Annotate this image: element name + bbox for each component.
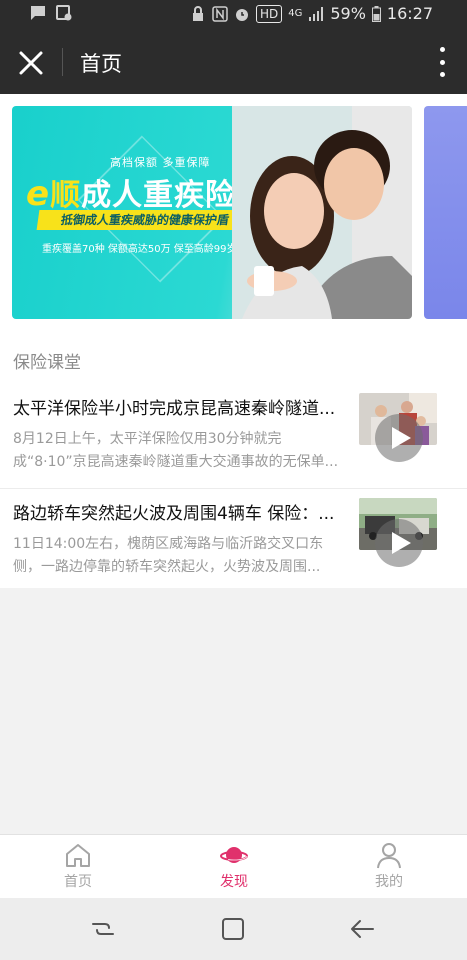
article-title: 太平洋保险半小时完成京昆高速秦岭隧道... bbox=[13, 399, 336, 419]
banner-ribbon: 抵御成人重疾威胁的健康保护盾 bbox=[36, 210, 254, 230]
image-sync-icon bbox=[56, 5, 72, 21]
hd-badge: HD bbox=[255, 4, 283, 23]
nav-divider bbox=[62, 48, 63, 76]
article-item[interactable]: 路边轿车突然起火波及周围4辆车 保险：... 11日14:00左右，槐荫区威海路… bbox=[0, 488, 467, 592]
lock-icon bbox=[192, 5, 203, 21]
banner-carousel[interactable]: 高档保额 多重保障 e顺成人重疾险 抵御成人重疾威胁的健康保护盾 重疾覆盖70种… bbox=[0, 94, 467, 332]
tab-me[interactable]: 我的 bbox=[349, 841, 429, 895]
banner-tag: 高档保额 多重保障 bbox=[110, 156, 211, 169]
home-icon bbox=[66, 844, 90, 867]
tab-label: 首页 bbox=[64, 874, 92, 890]
battery-icon bbox=[371, 5, 381, 22]
tab-discover[interactable]: 发现 bbox=[194, 841, 274, 895]
banner-footer: 重疾覆盖70种 保额高达50万 保至高龄99岁 bbox=[42, 244, 237, 255]
tab-label: 我的 bbox=[375, 874, 403, 890]
banner-title: e顺成人重疾险 bbox=[26, 174, 237, 214]
article-item[interactable]: 太平洋保险半小时完成京昆高速秦岭隧道... 8月12日上午，太平洋保险仅用30分… bbox=[0, 384, 467, 488]
top-nav-bar: 首页 bbox=[0, 30, 467, 94]
tab-label: 发现 bbox=[220, 874, 248, 890]
message-icon bbox=[31, 6, 45, 20]
insurance-class-section: 保险课堂 太平洋保险半小时完成京昆高速秦岭隧道... 8月12日上午，太平洋保险… bbox=[0, 332, 467, 588]
nfc-icon bbox=[212, 5, 228, 22]
system-nav-bar bbox=[0, 898, 467, 960]
article-summary: 11日14:00左右，槐荫区威海路与临沂路交叉口东侧，一路边停靠的轿车突然起火，… bbox=[13, 536, 324, 575]
play-icon bbox=[392, 532, 411, 554]
play-icon bbox=[392, 427, 411, 449]
more-dot-icon bbox=[439, 59, 445, 65]
page-title: 首页 bbox=[80, 52, 122, 76]
next-banner-preview[interactable] bbox=[424, 106, 467, 319]
home-square-icon[interactable] bbox=[219, 916, 247, 942]
insurance-banner[interactable]: 高档保额 多重保障 e顺成人重疾险 抵御成人重疾威胁的健康保护盾 重疾覆盖70种… bbox=[12, 106, 412, 319]
section-title: 保险课堂 bbox=[13, 353, 81, 373]
planet-icon bbox=[220, 847, 248, 863]
article-title: 路边轿车突然起火波及周围4辆车 保险：... bbox=[13, 504, 335, 524]
article-summary: 8月12日上午，太平洋保险仅用30分钟就完成“8·10”京昆高速秦岭隧道重大交通… bbox=[13, 431, 339, 470]
more-dot-icon bbox=[439, 47, 445, 52]
close-icon bbox=[19, 51, 43, 75]
more-dot-icon bbox=[439, 72, 445, 77]
clock: 16:27 bbox=[386, 4, 433, 23]
signal-icon bbox=[309, 6, 324, 21]
play-button[interactable] bbox=[375, 519, 423, 567]
bottom-tab-bar: 首页 发现 我的 bbox=[0, 834, 467, 898]
couple-photo bbox=[232, 106, 412, 319]
recent-apps-icon[interactable] bbox=[89, 916, 117, 942]
alarm-icon bbox=[235, 8, 248, 21]
user-icon bbox=[377, 843, 401, 869]
network-label: 4G bbox=[288, 8, 303, 19]
more-menu-button[interactable] bbox=[437, 47, 447, 77]
play-button[interactable] bbox=[375, 414, 423, 462]
tab-home[interactable]: 首页 bbox=[38, 841, 118, 895]
close-button[interactable] bbox=[14, 46, 48, 80]
back-arrow-icon[interactable] bbox=[349, 916, 377, 942]
battery-level: 59% bbox=[330, 4, 366, 23]
status-bar: HD 4G 59% 16:27 bbox=[0, 0, 467, 30]
